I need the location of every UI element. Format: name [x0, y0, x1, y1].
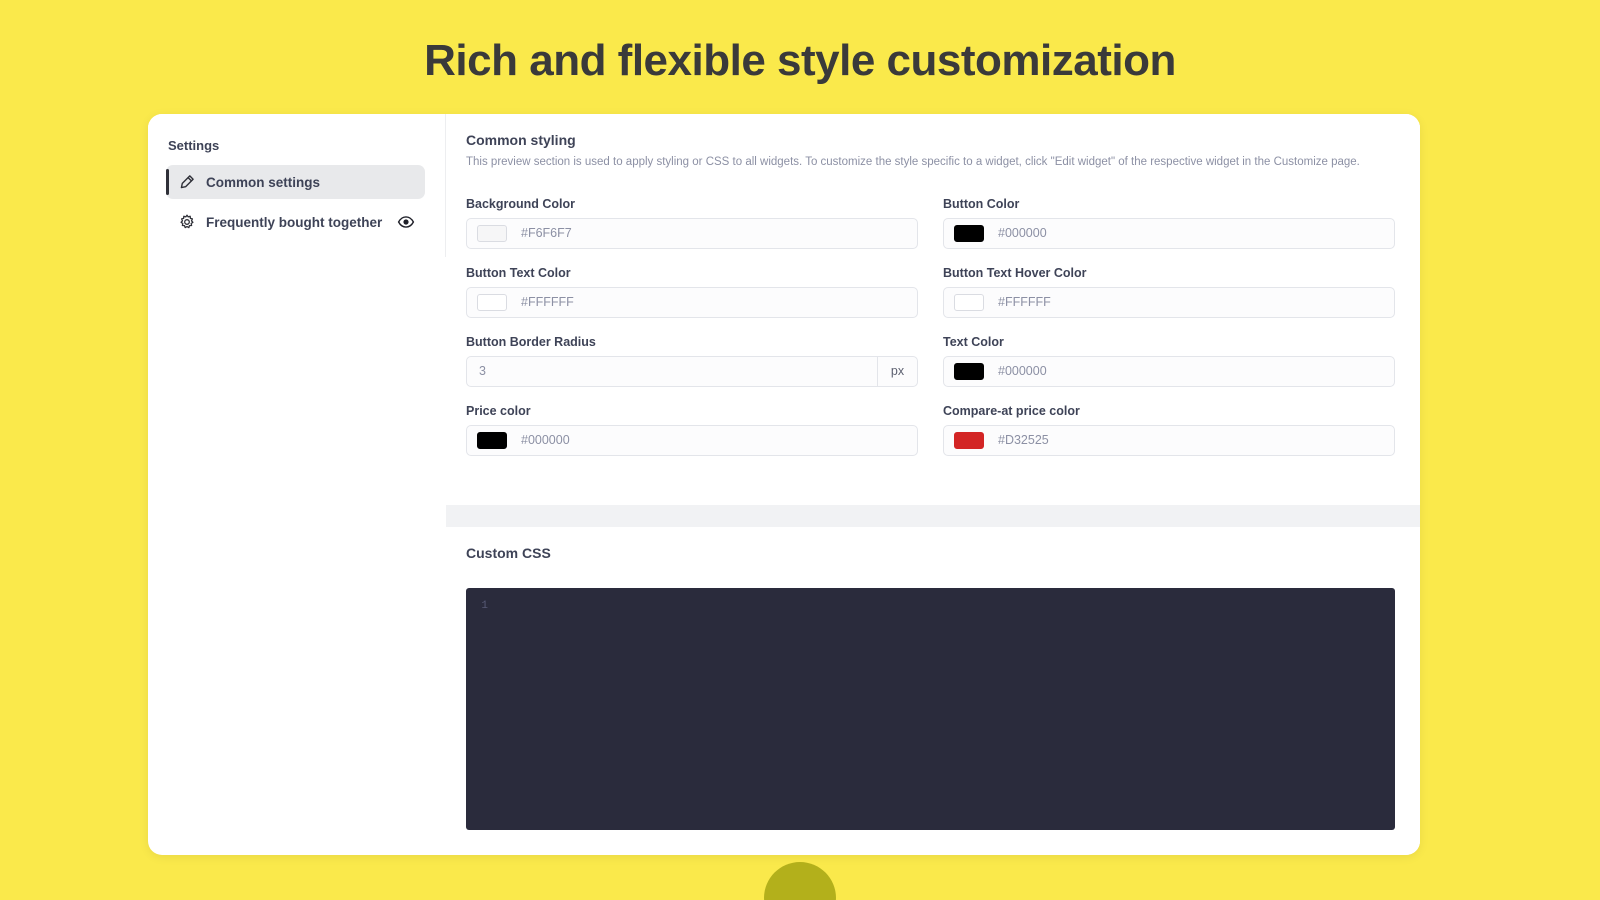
sidebar-item-label: Frequently bought together [206, 214, 383, 230]
background-color-input[interactable]: #F6F6F7 [466, 217, 918, 249]
field-label: Button Text Hover Color [943, 265, 1087, 280]
custom-css-title: Custom CSS [466, 544, 551, 561]
color-swatch[interactable] [477, 431, 507, 449]
common-styling-description: This preview section is used to apply st… [466, 156, 1360, 168]
page-root: Rich and flexible style customization Se… [0, 0, 1600, 900]
compare-at-price-color-input[interactable]: #D32525 [943, 424, 1395, 456]
editor-line-numbers: 1 [481, 599, 488, 612]
text-color-input[interactable]: #000000 [943, 355, 1395, 387]
field-compare-at-price-color: Compare-at price color #D32525 [943, 404, 1395, 456]
sidebar-item-common-settings[interactable]: Common settings [166, 165, 425, 199]
button-text-hover-color-input[interactable]: #FFFFFF [943, 286, 1395, 318]
color-swatch[interactable] [477, 293, 507, 311]
field-button-border-radius: Button Border Radius 3 px [466, 335, 918, 387]
color-value: #000000 [521, 433, 570, 448]
field-label: Button Text Color [466, 265, 571, 280]
pen-icon [179, 174, 195, 190]
sidebar-item-frequently-bought-together[interactable]: Frequently bought together [166, 205, 425, 239]
color-value: #F6F6F7 [521, 226, 572, 241]
custom-css-card: Custom CSS 1 [446, 526, 1420, 855]
color-value: #FFFFFF [521, 295, 574, 310]
field-label: Price color [466, 403, 531, 418]
field-label: Button Color [943, 196, 1020, 211]
app-window: Settings Common settings Frequently boug… [148, 114, 1420, 855]
sidebar: Settings Common settings Frequently boug… [148, 114, 446, 257]
color-value: #000000 [998, 226, 1047, 241]
field-button-color: Button Color #000000 [943, 197, 1395, 249]
color-swatch[interactable] [954, 293, 984, 311]
common-styling-card: Common styling This preview section is u… [446, 114, 1420, 505]
card-separator [446, 504, 1420, 527]
color-value: #000000 [998, 364, 1047, 379]
field-price-color: Price color #000000 [466, 404, 918, 456]
color-value: #D32525 [998, 433, 1049, 448]
field-label: Background Color [466, 196, 576, 211]
page-title: Rich and flexible style customization [424, 36, 1176, 85]
gear-icon [179, 214, 195, 230]
field-label: Compare-at price color [943, 403, 1080, 418]
button-color-input[interactable]: #000000 [943, 217, 1395, 249]
field-button-text-color: Button Text Color #FFFFFF [466, 266, 918, 318]
color-swatch[interactable] [954, 431, 984, 449]
sidebar-item-label: Common settings [206, 174, 321, 190]
color-swatch[interactable] [477, 224, 507, 242]
color-value: #FFFFFF [998, 295, 1051, 310]
custom-css-editor[interactable]: 1 [466, 587, 1395, 830]
decorative-circle [764, 862, 836, 900]
color-swatch[interactable] [954, 362, 984, 380]
common-styling-title: Common styling [466, 132, 576, 148]
button-border-radius-input[interactable]: 3 px [466, 355, 918, 387]
button-text-color-input[interactable]: #FFFFFF [466, 286, 918, 318]
border-radius-value: 3 [479, 364, 486, 379]
field-text-color: Text Color #000000 [943, 335, 1395, 387]
color-swatch[interactable] [954, 224, 984, 242]
eye-icon[interactable] [397, 213, 415, 231]
styling-fields-grid: Background Color #F6F6F7 Button Color #0… [466, 197, 1395, 473]
price-color-input[interactable]: #000000 [466, 424, 918, 456]
sidebar-title: Settings [168, 138, 220, 153]
field-background-color: Background Color #F6F6F7 [466, 197, 918, 249]
unit-suffix: px [877, 356, 917, 386]
field-label: Text Color [943, 334, 1004, 349]
field-label: Button Border Radius [466, 334, 596, 349]
editor-code-area[interactable] [494, 598, 1395, 830]
main-content: Common styling This preview section is u… [446, 114, 1420, 855]
field-button-text-hover-color: Button Text Hover Color #FFFFFF [943, 266, 1395, 318]
